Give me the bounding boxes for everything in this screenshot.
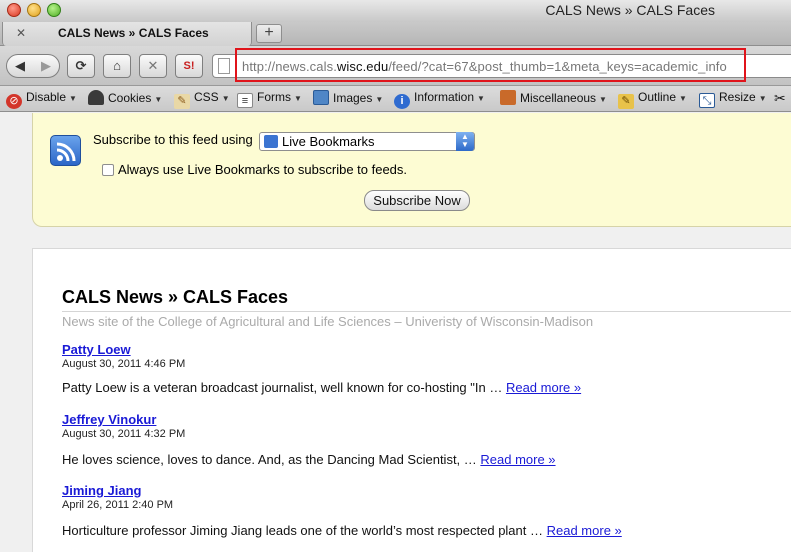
feed-subscribe-header: Subscribe to this feed using Live Bookma… xyxy=(32,113,791,227)
entry-title-link[interactable]: Patty Loew xyxy=(62,342,762,357)
devbar-item-information[interactable]: i Information ▼ xyxy=(394,90,485,109)
read-more-link[interactable]: Read more » xyxy=(480,452,555,467)
tools-icon[interactable]: ✂ xyxy=(774,90,786,108)
chevron-down-icon: ▼ xyxy=(599,95,607,104)
entry-summary: He loves science, loves to dance. And, a… xyxy=(62,452,762,467)
window-title: CALS News » CALS Faces xyxy=(545,2,715,18)
devbar-label: CSS xyxy=(194,90,219,104)
entry-date: August 30, 2011 4:32 PM xyxy=(62,428,186,440)
feed-entry: Jeffrey Vinokur August 30, 2011 4:32 PM … xyxy=(62,412,762,467)
chevron-down-icon: ▼ xyxy=(375,95,384,104)
si-extension-button[interactable]: S! xyxy=(175,54,203,78)
live-bookmarks-icon xyxy=(264,135,278,148)
new-tab-button[interactable]: + xyxy=(256,24,282,43)
css-icon: ✎ xyxy=(174,94,190,109)
entry-summary: Patty Loew is a veteran broadcast journa… xyxy=(62,380,762,395)
disable-icon: ⊘ xyxy=(6,94,22,109)
devbar-item-forms[interactable]: ≡ Forms ▼ xyxy=(237,90,302,108)
feed-subtitle: News site of the College of Agricultural… xyxy=(62,314,594,329)
url-highlight-box xyxy=(235,48,746,82)
back-forward-buttons: ◀ ▶ xyxy=(6,54,60,78)
forward-button[interactable]: ▶ xyxy=(33,55,59,77)
chevron-down-icon: ▼ xyxy=(758,94,767,103)
entry-summary: Horticulture professor Jiming Jiang lead… xyxy=(62,523,762,538)
chevron-down-icon: ▼ xyxy=(154,95,163,104)
always-use-checkbox[interactable] xyxy=(102,164,114,176)
chevron-down-icon: ▼ xyxy=(221,94,230,103)
devbar-label: Images xyxy=(333,91,373,105)
reload-button[interactable]: ⟳ xyxy=(67,54,95,78)
entry-title-link[interactable]: Jiming Jiang xyxy=(62,483,762,498)
home-button[interactable]: ⌂ xyxy=(103,54,131,78)
feed-reader-selected: Live Bookmarks xyxy=(282,134,375,149)
read-more-link[interactable]: Read more » xyxy=(506,380,581,395)
select-arrows-icon: ▲ ▼ xyxy=(456,132,474,151)
devbar-label: Information xyxy=(414,90,475,104)
devbar-label: Outline xyxy=(638,90,677,104)
devbar-item-resize[interactable]: ⤡ Resize ▼ xyxy=(699,90,767,108)
chevron-down-icon: ▼ xyxy=(679,94,687,103)
devbar-item-css[interactable]: ✎ CSS ▼ xyxy=(174,90,230,109)
devbar-label: Forms xyxy=(257,90,291,104)
entry-date: August 30, 2011 4:46 PM xyxy=(62,358,186,370)
chevron-down-icon: ▼ xyxy=(294,94,302,103)
feed-entry: Jiming Jiang April 26, 2011 2:40 PM Hort… xyxy=(62,483,762,538)
miscellaneous-icon xyxy=(500,90,516,105)
feed-reader-select[interactable]: Live Bookmarks ▲ ▼ xyxy=(259,132,475,151)
feed-body: CALS News » CALS Faces News site of the … xyxy=(32,248,791,552)
devbar-label: Miscellaneous xyxy=(520,91,597,105)
information-icon: i xyxy=(394,94,410,109)
page-icon xyxy=(218,58,230,74)
rss-feed-icon xyxy=(50,135,81,166)
entry-date: April 26, 2011 2:40 PM xyxy=(62,499,174,511)
chevron-down-icon: ▼ xyxy=(69,94,77,103)
web-developer-toolbar: ⊘ Disable ▼ Cookies ▼ ✎ CSS ▼ ≡ Forms ▼ Images ▼… xyxy=(0,86,791,112)
entry-summary-text: Horticulture professor Jiming Jiang lead… xyxy=(62,523,547,538)
devbar-item-miscellaneous[interactable]: Miscellaneous ▼ xyxy=(500,90,607,108)
tab-close-icon[interactable]: ✕ xyxy=(16,26,26,40)
entry-title-link[interactable]: Jeffrey Vinokur xyxy=(62,412,762,427)
page-content: Subscribe to this feed using Live Bookma… xyxy=(0,113,791,552)
devbar-item-cookies[interactable]: Cookies ▼ xyxy=(88,90,162,108)
devbar-label: Cookies xyxy=(108,91,152,105)
chevron-down-icon: ▼ xyxy=(477,94,485,103)
back-button[interactable]: ◀ xyxy=(7,55,33,77)
devbar-item-disable[interactable]: ⊘ Disable ▼ xyxy=(6,90,77,109)
images-icon xyxy=(313,90,329,105)
devbar-item-images[interactable]: Images ▼ xyxy=(313,90,383,108)
subscribe-now-button[interactable]: Subscribe Now xyxy=(364,190,470,211)
tab-title: CALS News » CALS Faces xyxy=(58,26,209,40)
subscribe-label: Subscribe to this feed using xyxy=(93,132,253,147)
stop-button[interactable]: ✕ xyxy=(139,54,167,78)
forms-icon: ≡ xyxy=(237,93,253,108)
devbar-label: Disable xyxy=(26,90,67,104)
always-use-label[interactable]: Always use Live Bookmarks to subscribe t… xyxy=(118,162,407,177)
tab-cals-faces[interactable]: ✕ CALS News » CALS Faces xyxy=(2,22,252,46)
outline-icon: ✎ xyxy=(618,94,634,109)
feed-title: CALS News » CALS Faces xyxy=(62,287,289,307)
read-more-link[interactable]: Read more » xyxy=(547,523,622,538)
divider xyxy=(62,311,791,312)
entry-summary-text: He loves science, loves to dance. And, a… xyxy=(62,452,481,467)
resize-icon: ⤡ xyxy=(699,93,715,108)
devbar-label: Resize xyxy=(719,90,756,104)
devbar-item-outline[interactable]: ✎ Outline ▼ xyxy=(618,90,687,109)
cookies-icon xyxy=(88,90,104,105)
tab-strip: ✕ CALS News » CALS Faces + xyxy=(0,22,791,46)
entry-summary-text: Patty Loew is a veteran broadcast journa… xyxy=(62,380,506,395)
feed-entry: Patty Loew August 30, 2011 4:46 PM Patty… xyxy=(62,342,762,395)
title-bar: CALS News » CALS Faces xyxy=(0,0,791,22)
